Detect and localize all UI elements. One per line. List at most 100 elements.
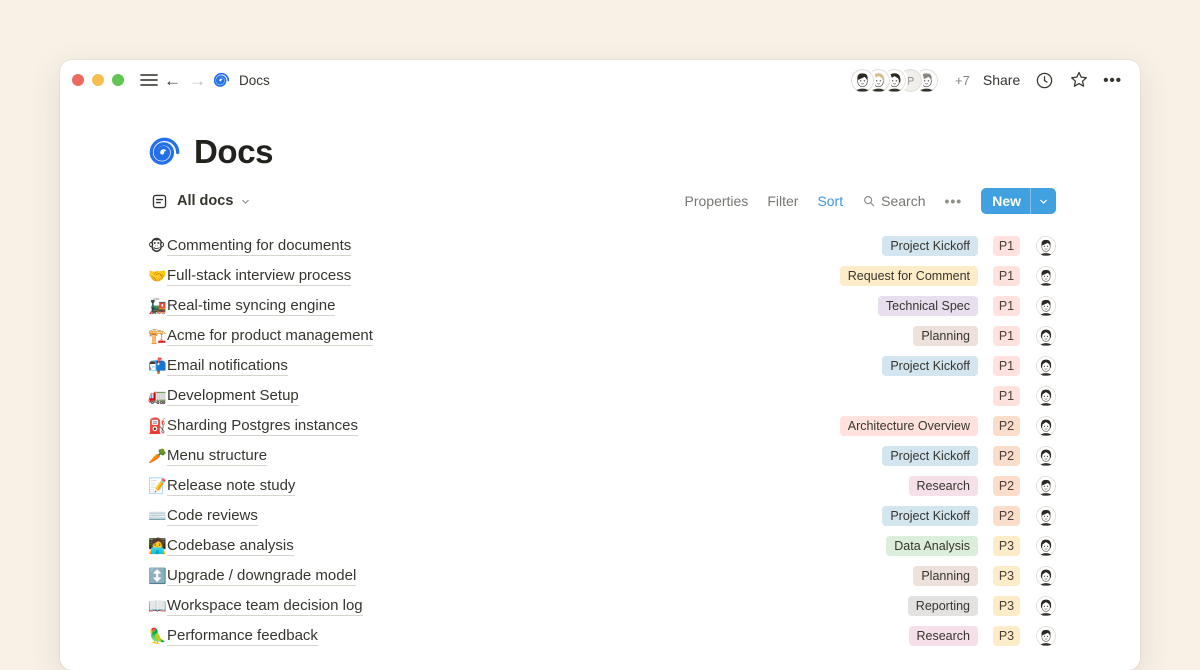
doc-title-link[interactable]: Sharding Postgres instances [167, 417, 358, 436]
doc-owner-avatar[interactable] [1036, 596, 1056, 616]
favorite-star-icon[interactable] [1068, 69, 1090, 91]
doc-row[interactable]: 🏗️ Acme for product management Planning … [148, 321, 1056, 351]
doc-title-link[interactable]: Email notifications [167, 357, 288, 376]
doc-owner-avatar[interactable] [1036, 626, 1056, 646]
doc-emoji-icon: 🚛 [148, 389, 167, 404]
doc-owner-avatar[interactable] [1036, 476, 1056, 496]
minimize-window-button[interactable] [92, 74, 104, 86]
doc-row[interactable]: 🥕 Menu structure Project Kickoff P2 [148, 441, 1056, 471]
doc-priority-badge[interactable]: P1 [993, 236, 1020, 256]
doc-owner-avatar[interactable] [1036, 416, 1056, 436]
doc-priority-badge[interactable]: P1 [993, 386, 1020, 406]
doc-title-link[interactable]: Codebase analysis [167, 537, 294, 556]
back-arrow-icon[interactable]: ← [164, 72, 181, 89]
doc-tag-badge[interactable]: Technical Spec [878, 296, 978, 316]
close-window-button[interactable] [72, 74, 84, 86]
new-doc-dropdown-icon[interactable] [1031, 196, 1056, 207]
doc-tag-badge[interactable]: Planning [913, 566, 978, 586]
doc-emoji-icon: ⌨️ [148, 509, 167, 524]
doc-row[interactable]: 📖 Workspace team decision log Reporting … [148, 591, 1056, 621]
maximize-window-button[interactable] [112, 74, 124, 86]
doc-row[interactable]: 🧑‍💻 Codebase analysis Data Analysis P3 [148, 531, 1056, 561]
doc-row[interactable]: 🦜 Performance feedback Research P3 [148, 621, 1056, 651]
doc-owner-avatar[interactable] [1036, 566, 1056, 586]
doc-title-link[interactable]: Full-stack interview process [167, 267, 351, 286]
doc-priority-badge[interactable]: P3 [993, 566, 1020, 586]
more-options-icon[interactable]: ••• [1103, 72, 1122, 89]
doc-title-link[interactable]: Release note study [167, 477, 295, 496]
window-titlebar: ← → Docs P +7 Share ••• [60, 60, 1140, 100]
doc-owner-avatar[interactable] [1036, 326, 1056, 346]
sort-button[interactable]: Sort [817, 193, 843, 209]
doc-title-link[interactable]: Real-time syncing engine [167, 297, 335, 316]
doc-row[interactable]: ⛽ Sharding Postgres instances Architectu… [148, 411, 1056, 441]
avatar-overflow-count[interactable]: +7 [955, 73, 970, 88]
doc-priority-badge[interactable]: P2 [993, 506, 1020, 526]
doc-row[interactable]: 🚛 Development Setup P1 [148, 381, 1056, 411]
doc-tag-badge[interactable]: Architecture Overview [840, 416, 978, 436]
search-label: Search [881, 193, 925, 209]
share-button[interactable]: Share [983, 72, 1020, 88]
doc-tag-badge[interactable]: Research [909, 476, 979, 496]
doc-owner-avatar[interactable] [1036, 386, 1056, 406]
doc-title-link[interactable]: Commenting for documents [167, 237, 351, 256]
doc-row-meta: Request for Comment P1 [840, 266, 1056, 286]
doc-priority-badge[interactable]: P1 [993, 296, 1020, 316]
view-selector[interactable]: All docs [148, 190, 251, 212]
doc-priority-badge[interactable]: P2 [993, 476, 1020, 496]
doc-tag-badge[interactable]: Project Kickoff [882, 446, 978, 466]
doc-owner-avatar[interactable] [1036, 536, 1056, 556]
doc-owner-avatar[interactable] [1036, 506, 1056, 526]
doc-tag-badge[interactable]: Project Kickoff [882, 356, 978, 376]
properties-button[interactable]: Properties [685, 193, 749, 209]
doc-priority-badge[interactable]: P3 [993, 536, 1020, 556]
doc-title-link[interactable]: Upgrade / downgrade model [167, 567, 356, 586]
docs-spiral-logo-icon [148, 136, 181, 169]
doc-owner-avatar[interactable] [1036, 266, 1056, 286]
avatar-man[interactable] [851, 69, 874, 92]
toolbar-more-icon[interactable]: ••• [944, 193, 962, 209]
forward-arrow-icon[interactable]: → [189, 72, 206, 89]
doc-priority-badge[interactable]: P1 [993, 326, 1020, 346]
window-controls[interactable] [72, 74, 124, 86]
new-doc-button[interactable]: New [981, 188, 1056, 214]
doc-row[interactable]: ↕️ Upgrade / downgrade model Planning P3 [148, 561, 1056, 591]
doc-title-link[interactable]: Performance feedback [167, 627, 318, 646]
doc-tag-badge[interactable]: Project Kickoff [882, 236, 978, 256]
doc-row[interactable]: 📬 Email notifications Project Kickoff P1 [148, 351, 1056, 381]
doc-tag-badge[interactable]: Request for Comment [840, 266, 978, 286]
doc-owner-avatar[interactable] [1036, 446, 1056, 466]
doc-emoji-icon: 🏗️ [148, 329, 167, 344]
doc-priority-badge[interactable]: P1 [993, 266, 1020, 286]
doc-title-link[interactable]: Code reviews [167, 507, 258, 526]
doc-priority-badge[interactable]: P3 [993, 596, 1020, 616]
collaborator-avatars[interactable]: P [851, 69, 938, 92]
doc-priority-badge[interactable]: P2 [993, 446, 1020, 466]
doc-priority-badge[interactable]: P3 [993, 626, 1020, 646]
doc-priority-badge[interactable]: P1 [993, 356, 1020, 376]
doc-row[interactable]: 🤝 Full-stack interview process Request f… [148, 261, 1056, 291]
doc-list: 🐵 Commenting for documents Project Kicko… [148, 231, 1056, 651]
doc-emoji-icon: 🥕 [148, 449, 167, 464]
doc-title-link[interactable]: Acme for product management [167, 327, 373, 346]
doc-owner-avatar[interactable] [1036, 296, 1056, 316]
doc-title-link[interactable]: Menu structure [167, 447, 267, 466]
search-button[interactable]: Search [862, 193, 925, 209]
doc-title-link[interactable]: Development Setup [167, 387, 299, 406]
doc-tag-badge[interactable]: Research [909, 626, 979, 646]
history-clock-icon[interactable] [1033, 69, 1055, 91]
doc-row[interactable]: 🚂 Real-time syncing engine Technical Spe… [148, 291, 1056, 321]
filter-button[interactable]: Filter [767, 193, 798, 209]
doc-row[interactable]: ⌨️ Code reviews Project Kickoff P2 [148, 501, 1056, 531]
doc-owner-avatar[interactable] [1036, 356, 1056, 376]
hamburger-menu-icon[interactable] [138, 69, 160, 91]
doc-tag-badge[interactable]: Reporting [908, 596, 978, 616]
doc-tag-badge[interactable]: Data Analysis [886, 536, 978, 556]
doc-row[interactable]: 🐵 Commenting for documents Project Kicko… [148, 231, 1056, 261]
doc-tag-badge[interactable]: Planning [913, 326, 978, 346]
doc-title-link[interactable]: Workspace team decision log [167, 597, 363, 616]
doc-priority-badge[interactable]: P2 [993, 416, 1020, 436]
doc-row[interactable]: 📝 Release note study Research P2 [148, 471, 1056, 501]
doc-tag-badge[interactable]: Project Kickoff [882, 506, 978, 526]
doc-owner-avatar[interactable] [1036, 236, 1056, 256]
